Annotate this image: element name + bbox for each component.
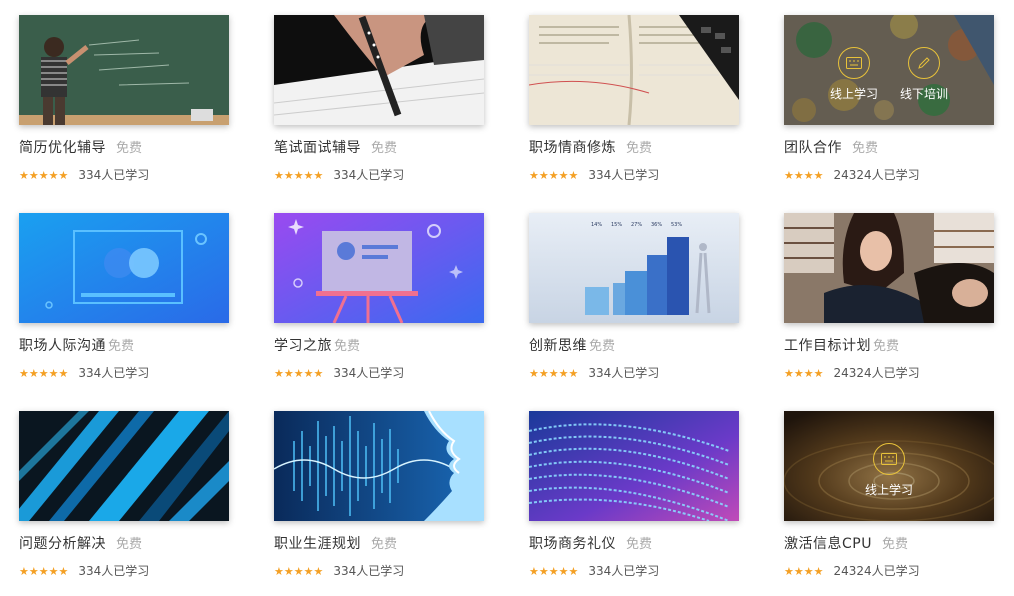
learner-count: 334人已学习 <box>588 564 660 578</box>
course-title[interactable]: 学习之旅 <box>274 338 332 354</box>
course-price: 免费 <box>881 537 908 552</box>
learner-count: 334人已学习 <box>333 564 405 578</box>
rating-stars: ★★★★★ <box>19 169 69 182</box>
course-card[interactable]: 线上学习 激活信息CPU 免费 ★★★★ 24324人已学习 <box>784 411 994 578</box>
rating-stars: ★★★★★ <box>529 565 579 578</box>
chart-label: 14% <box>591 222 602 228</box>
course-card[interactable]: 14% 15% 27% 36% 53% 创新思维 免费 ★★★★★ 334人已学习 <box>529 213 739 380</box>
course-price: 免费 <box>371 141 398 156</box>
chart-label: 27% <box>631 222 642 228</box>
rating-stars: ★★★★★ <box>274 169 324 182</box>
course-title[interactable]: 工作目标计划 <box>784 338 871 354</box>
offline-training-button[interactable]: 线下培训 <box>884 47 964 102</box>
chart-label: 15% <box>611 222 622 228</box>
rating-stars: ★★★★ <box>784 169 824 182</box>
course-card[interactable]: 职场人际沟通 免费 ★★★★★ 334人已学习 <box>19 213 229 380</box>
course-card[interactable]: 职场商务礼仪 免费 ★★★★★ 334人已学习 <box>529 411 739 578</box>
learner-count: 334人已学习 <box>588 366 660 380</box>
course-price: 免费 <box>626 537 653 552</box>
course-title[interactable]: 笔试面试辅导 <box>274 140 361 156</box>
course-thumbnail[interactable] <box>19 15 229 125</box>
course-title[interactable]: 职场情商修炼 <box>529 140 616 156</box>
course-card[interactable]: 笔试面试辅导 免费 ★★★★★ 334人已学习 <box>274 15 484 182</box>
learner-count: 24324人已学习 <box>833 564 920 578</box>
online-learning-label: 线上学习 <box>829 87 878 101</box>
course-title[interactable]: 职业生涯规划 <box>274 536 361 552</box>
course-thumbnail[interactable] <box>529 15 739 125</box>
course-price: 免费 <box>852 141 879 156</box>
rating-stars: ★★★★★ <box>19 565 69 578</box>
course-title[interactable]: 职场商务礼仪 <box>529 536 616 552</box>
learner-count: 334人已学习 <box>78 366 150 380</box>
course-price: 免费 <box>626 141 653 156</box>
learner-count: 334人已学习 <box>333 366 405 380</box>
course-card[interactable]: 问题分析解决 免费 ★★★★★ 334人已学习 <box>19 411 229 578</box>
course-title[interactable]: 创新思维 <box>529 338 587 354</box>
course-card[interactable]: 简历优化辅导 免费 ★★★★★ 334人已学习 <box>19 15 229 182</box>
course-thumbnail[interactable] <box>274 213 484 323</box>
learner-count: 334人已学习 <box>588 168 660 182</box>
keyboard-icon <box>873 443 905 475</box>
course-card[interactable]: 线上学习 线下培训 团队合作 免费 ★★★★ 24324人已学习 <box>784 15 994 182</box>
course-thumbnail[interactable] <box>784 213 994 323</box>
course-title[interactable]: 问题分析解决 <box>19 536 106 552</box>
course-thumbnail[interactable] <box>19 213 229 323</box>
learner-count: 334人已学习 <box>333 168 405 182</box>
learner-count: 24324人已学习 <box>833 366 920 380</box>
course-price: 免费 <box>116 537 143 552</box>
course-price: 免费 <box>371 537 398 552</box>
course-price: 免费 <box>873 339 900 354</box>
online-learning-button[interactable]: 线上学习 <box>814 47 894 102</box>
course-thumbnail[interactable]: 线上学习 线下培训 <box>784 15 994 125</box>
course-title[interactable]: 简历优化辅导 <box>19 140 106 156</box>
chart-label: 36% <box>651 222 662 228</box>
rating-stars: ★★★★★ <box>529 169 579 182</box>
course-price: 免费 <box>108 339 135 354</box>
course-title[interactable]: 团队合作 <box>784 140 842 156</box>
course-thumbnail[interactable] <box>274 411 484 521</box>
course-thumbnail[interactable] <box>19 411 229 521</box>
course-card[interactable]: 学习之旅 免费 ★★★★★ 334人已学习 <box>274 213 484 380</box>
offline-training-label: 线下培训 <box>899 87 948 101</box>
course-thumbnail[interactable] <box>529 411 739 521</box>
learner-count: 24324人已学习 <box>833 168 920 182</box>
chart-label: 53% <box>671 222 682 228</box>
rating-stars: ★★★★ <box>784 565 824 578</box>
learner-count: 334人已学习 <box>78 168 150 182</box>
rating-stars: ★★★★★ <box>19 367 69 380</box>
course-thumbnail[interactable]: 线上学习 <box>784 411 994 521</box>
course-thumbnail[interactable] <box>274 15 484 125</box>
course-price: 免费 <box>589 339 616 354</box>
online-learning-button[interactable]: 线上学习 <box>849 443 929 498</box>
online-learning-label: 线上学习 <box>864 483 913 497</box>
keyboard-icon <box>838 47 870 79</box>
learner-count: 334人已学习 <box>78 564 150 578</box>
course-title[interactable]: 职场人际沟通 <box>19 338 106 354</box>
course-title[interactable]: 激活信息CPU <box>784 536 872 552</box>
course-card[interactable]: 职业生涯规划 免费 ★★★★★ 334人已学习 <box>274 411 484 578</box>
rating-stars: ★★★★★ <box>529 367 579 380</box>
rating-stars: ★★★★★ <box>274 367 324 380</box>
course-thumbnail[interactable]: 14% 15% 27% 36% 53% <box>529 213 739 323</box>
course-price: 免费 <box>116 141 143 156</box>
course-price: 免费 <box>334 339 361 354</box>
pencil-icon <box>908 47 940 79</box>
course-card[interactable]: 工作目标计划 免费 ★★★★ 24324人已学习 <box>784 213 994 380</box>
rating-stars: ★★★★ <box>784 367 824 380</box>
rating-stars: ★★★★★ <box>274 565 324 578</box>
course-card[interactable]: 职场情商修炼 免费 ★★★★★ 334人已学习 <box>529 15 739 182</box>
